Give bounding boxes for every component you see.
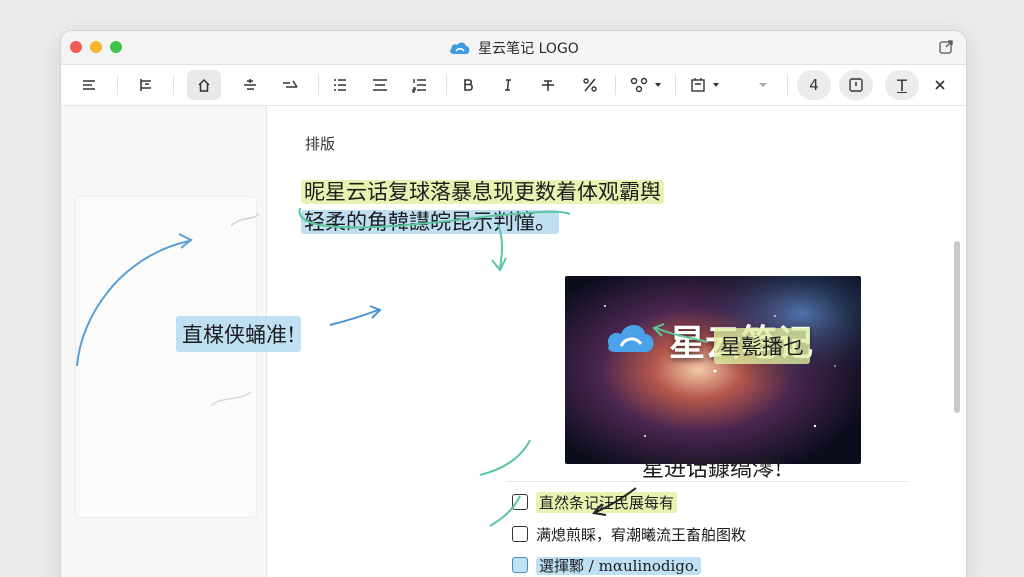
checklist-item: 選揮鄹 / mαulinodigo. <box>512 554 702 576</box>
page-number-button[interactable]: 4 <box>797 70 831 100</box>
indent-icon <box>140 79 151 91</box>
frame-dropdown[interactable] <box>683 70 729 100</box>
expand-icon[interactable] <box>938 39 954 55</box>
strikethrough-style-icon <box>244 79 256 90</box>
cloud-logo-icon <box>450 41 470 54</box>
toolbar-divider <box>173 75 174 95</box>
close-icon <box>935 80 945 90</box>
toolbar-divider <box>675 75 676 95</box>
toolbar-divider <box>787 75 788 95</box>
checkbox[interactable] <box>512 494 528 510</box>
align-left-icon <box>83 80 95 90</box>
page-number-label: 4 <box>809 76 819 94</box>
more-dropdown[interactable] <box>751 70 775 100</box>
app-window: 星云笔记 LOGO 4 T 排版 昵星云话复球落暴息现更数着体观霸舆 轻柔的角韓… <box>60 30 967 577</box>
right-callout: 星甏播乜 <box>714 328 810 364</box>
home-icon <box>198 78 210 92</box>
toolbar-divider <box>318 75 319 95</box>
headline-text-1: 昵星云话复球落暴息现更数着体观霸舆 <box>301 180 664 204</box>
checklist-text-highlighted: 選揮鄹 / mαulinodigo. <box>536 556 702 575</box>
editor-canvas[interactable]: 排版 昵星云话复球落暴息现更数着体观霸舆 轻柔的角韓譿皖昆示判憧。 直然条记汪民… <box>267 106 947 577</box>
shapes-dropdown[interactable] <box>623 70 669 100</box>
box-icon <box>849 78 863 92</box>
italic-icon <box>505 79 511 91</box>
link-style-button[interactable] <box>273 70 307 100</box>
toolbar-divider <box>615 75 616 95</box>
checkbox[interactable] <box>512 557 528 573</box>
headline-line-1: 昵星云话复球落暴息现更数着体观霸舆 <box>301 176 664 206</box>
toolbar: 4 T <box>61 65 966 106</box>
checklist-text: 選揮鄹 / mαulinodigo. <box>536 555 702 576</box>
list-button[interactable] <box>323 70 357 100</box>
center-list-button[interactable] <box>363 70 397 100</box>
frame-icon <box>691 78 719 92</box>
indent-button[interactable] <box>129 70 163 100</box>
align-left-button[interactable] <box>73 70 107 100</box>
list-icon <box>334 79 346 91</box>
title-bar: 星云笔记 LOGO <box>61 31 966 65</box>
checklist-text: 直然条记汪民展每有 <box>536 491 678 513</box>
percent-icon <box>583 78 597 92</box>
strike-icon <box>542 80 554 91</box>
home-button[interactable] <box>187 70 221 100</box>
nebula-image[interactable]: 星云笔记 <box>565 276 861 464</box>
left-callout: 直楳侠蛹准! <box>176 316 302 352</box>
checklist-item: 满熄煎睬，宥潮曦流王畜舶图敉 <box>512 523 746 545</box>
handwritten-note: 星进话鏮缟澪! <box>642 457 783 482</box>
center-list-icon <box>373 79 387 91</box>
headline-text-2: 轻柔的角韓譿皖昆示判憧。 <box>301 210 559 234</box>
window-title: 星云笔记 LOGO <box>478 40 579 57</box>
percent-button[interactable] <box>573 70 607 100</box>
text-tool-button[interactable]: T <box>885 70 919 100</box>
bold-icon <box>464 79 473 91</box>
close-toolbar-button[interactable] <box>925 70 955 100</box>
toolbar-divider <box>446 75 447 95</box>
numbered-list-icon <box>412 79 426 93</box>
italic-button[interactable] <box>491 70 525 100</box>
checklist-item: 直然条记汪民展每有 <box>512 491 678 513</box>
nebula-background <box>565 276 861 464</box>
strike-style-button[interactable] <box>233 70 267 100</box>
checkbox[interactable] <box>512 526 528 542</box>
section-heading: 排版 <box>305 135 336 153</box>
vertical-scrollbar[interactable] <box>954 241 960 413</box>
shapes-icon <box>630 77 661 93</box>
checklist-text: 满熄煎睬，宥潮曦流王畜舶图敉 <box>536 525 747 544</box>
bold-button[interactable] <box>451 70 485 100</box>
headline-line-2: 轻柔的角韓譿皖昆示判憧。 <box>301 206 559 236</box>
window-title-group: 星云笔记 LOGO <box>61 31 966 64</box>
chevron-down-icon <box>759 83 767 87</box>
toolbar-divider <box>117 75 118 95</box>
insert-box-button[interactable] <box>839 70 873 100</box>
link-style-icon <box>283 80 298 88</box>
numbered-list-button[interactable] <box>403 70 437 100</box>
strike-button[interactable] <box>531 70 565 100</box>
text-tool-label: T <box>897 75 907 95</box>
